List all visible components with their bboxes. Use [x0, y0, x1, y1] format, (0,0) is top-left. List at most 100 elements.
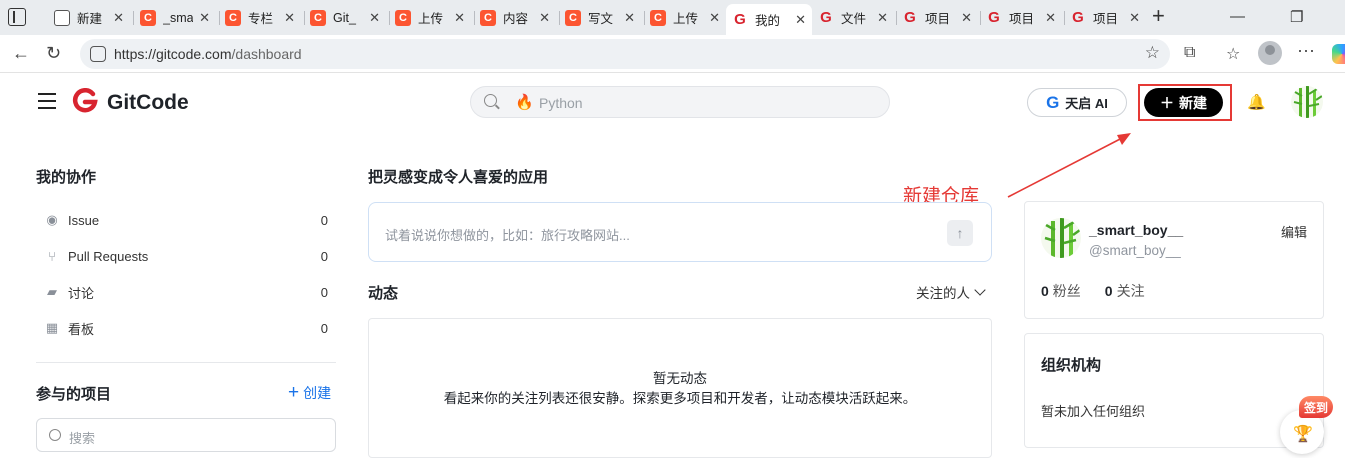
project-search-input[interactable]: 搜索: [36, 418, 336, 452]
tab-7[interactable]: C 写文 ✕: [559, 4, 641, 31]
feed-panel: 暂无动态 看起来你的关注列表还很安静。探索更多项目和开发者，让动态模块活跃起来。: [368, 318, 992, 458]
sidebar-item-label: 看板: [68, 321, 95, 337]
close-icon[interactable]: ✕: [961, 10, 972, 26]
new-button[interactable]: ＋ 新建: [1144, 88, 1223, 117]
gitcode-icon: G: [1072, 9, 1084, 26]
tab-10[interactable]: G 文件 ✕: [812, 4, 894, 31]
url-path: /dashboard: [231, 46, 302, 62]
profile-username[interactable]: _smart_boy__: [1089, 222, 1183, 238]
following-stat[interactable]: 0 关注: [1105, 281, 1145, 301]
global-search-input[interactable]: 🔥 Python: [470, 86, 890, 118]
tab-title: 我的: [755, 14, 781, 28]
gitcode-icon: G: [904, 9, 916, 26]
ai-prompt-input[interactable]: 试着说说你想做的，比如：旅行攻略网站... ↑: [368, 202, 992, 262]
tab-4[interactable]: C Git_ ✕: [304, 4, 386, 31]
tab-11[interactable]: G 项目 ✕: [896, 4, 978, 31]
gitcode-icon: G: [988, 9, 1000, 26]
favorites-icon[interactable]: ☆: [1226, 44, 1240, 64]
tab-6[interactable]: C 内容 ✕: [474, 4, 556, 31]
sidebar-item-issue[interactable]: ◉ Issue 0: [44, 209, 334, 231]
ai-button-label: 天启 AI: [1065, 96, 1108, 111]
tab-title: 上传: [673, 12, 699, 26]
followers-stat[interactable]: 0 粉丝: [1041, 281, 1081, 301]
profile-card: _smart_boy__ @smart_boy__ 编辑 0 粉丝 0 关注: [1024, 201, 1324, 319]
close-icon[interactable]: ✕: [199, 10, 210, 26]
followers-count: 0: [1041, 283, 1049, 299]
tab-3[interactable]: C 专栏 ✕: [219, 4, 301, 31]
tab-13[interactable]: G 项目 ✕: [1064, 4, 1146, 31]
tianqi-ai-button[interactable]: G 天启 AI: [1027, 88, 1127, 117]
tab-12[interactable]: G 项目 ✕: [980, 4, 1062, 31]
feed-filter-dropdown[interactable]: 关注的人: [916, 282, 986, 302]
sidebar-item-discussion[interactable]: ▰ 讨论 0: [44, 281, 334, 303]
tab-title: 项目: [1009, 12, 1035, 26]
my-collaboration-title: 我的协作: [36, 169, 97, 186]
profile-handle: @smart_boy__: [1089, 243, 1181, 258]
signin-badge[interactable]: 签到: [1299, 396, 1333, 418]
project-search-placeholder: 搜索: [69, 431, 96, 446]
site-info-icon[interactable]: [90, 46, 106, 62]
browser-profile-avatar[interactable]: [1258, 41, 1282, 65]
gitcode-icon: G: [734, 11, 746, 28]
ai-section-title: 把灵感变成令人喜爱的应用: [368, 169, 549, 186]
window-menu-icon[interactable]: [8, 8, 26, 26]
notification-bell-icon[interactable]: 🔔: [1247, 93, 1266, 111]
sidebar-item-pull-requests[interactable]: ⑂ Pull Requests 0: [44, 245, 334, 267]
more-icon[interactable]: ···: [1297, 40, 1315, 61]
profile-stats: 0 粉丝 0 关注: [1041, 281, 1145, 301]
tab-9-active[interactable]: G 我的 ✕: [726, 4, 812, 35]
annotation-arrow: [1007, 133, 1131, 198]
restore-icon[interactable]: ❐: [1290, 8, 1303, 26]
favorite-star-icon[interactable]: ☆: [1145, 43, 1160, 63]
tab-title: 内容: [503, 12, 529, 26]
tab-1[interactable]: 新建 ✕: [48, 4, 130, 31]
sidebar-item-board[interactable]: ▦ 看板 0: [44, 317, 334, 339]
tab-title: 专栏: [248, 12, 274, 26]
user-avatar[interactable]: [1291, 86, 1323, 118]
ai-logo-icon: G: [1046, 92, 1060, 112]
csdn-icon: C: [480, 9, 496, 26]
new-tab-icon[interactable]: +: [1152, 5, 1165, 27]
feed-empty-title: 暂无动态: [653, 371, 707, 386]
tab-title: 文件: [841, 12, 867, 26]
minimize-icon[interactable]: —: [1230, 8, 1245, 25]
close-icon[interactable]: ✕: [709, 10, 720, 26]
gitcode-logo-icon[interactable]: [72, 88, 98, 114]
address-bar-row: ← ↻ https://gitcode.com/dashboard ☆ ⧉ ☆ …: [0, 35, 1345, 73]
reload-icon[interactable]: ↻: [46, 43, 61, 63]
tab-5[interactable]: C 上传 ✕: [389, 4, 471, 31]
tab-2[interactable]: C _sma ✕: [134, 4, 216, 31]
close-icon[interactable]: ✕: [1045, 10, 1056, 26]
close-icon[interactable]: ✕: [624, 10, 635, 26]
extensions-icon[interactable]: ⧉: [1184, 44, 1195, 62]
edit-profile-link[interactable]: 编辑: [1281, 222, 1307, 241]
close-icon[interactable]: ✕: [284, 10, 295, 26]
create-project-link[interactable]: + 创建: [288, 383, 331, 403]
close-icon[interactable]: ✕: [877, 10, 888, 26]
url-text[interactable]: https://gitcode.com/dashboard: [114, 46, 302, 62]
close-icon[interactable]: ✕: [113, 10, 124, 26]
send-arrow-icon[interactable]: ↑: [947, 220, 973, 246]
organizations-empty-text: 暂未加入任何组织: [1041, 404, 1146, 419]
tab-8[interactable]: C 上传 ✕: [644, 4, 726, 31]
followers-label: 粉丝: [1052, 283, 1081, 299]
organizations-card: 组织机构 暂未加入任何组织: [1024, 333, 1324, 448]
close-icon[interactable]: ✕: [1129, 10, 1140, 26]
address-bar[interactable]: https://gitcode.com/dashboard ☆: [80, 39, 1170, 69]
following-label: 关注: [1116, 283, 1145, 299]
pull-request-icon: ⑂: [48, 248, 56, 264]
plus-icon: ＋: [1160, 94, 1174, 111]
close-icon[interactable]: ✕: [539, 10, 550, 26]
copilot-icon[interactable]: [1332, 44, 1345, 64]
sidebar-item-count: 0: [320, 248, 328, 264]
profile-avatar[interactable]: [1041, 218, 1081, 258]
close-icon[interactable]: ✕: [369, 10, 380, 26]
close-icon[interactable]: ✕: [795, 12, 806, 28]
tab-title: 项目: [925, 12, 951, 26]
search-icon: [49, 429, 61, 441]
menu-icon[interactable]: [38, 93, 56, 109]
back-icon[interactable]: ←: [12, 43, 30, 63]
tab-title: 写文: [588, 12, 614, 26]
close-icon[interactable]: ✕: [454, 10, 465, 26]
site-logo-text[interactable]: GitCode: [107, 91, 189, 115]
